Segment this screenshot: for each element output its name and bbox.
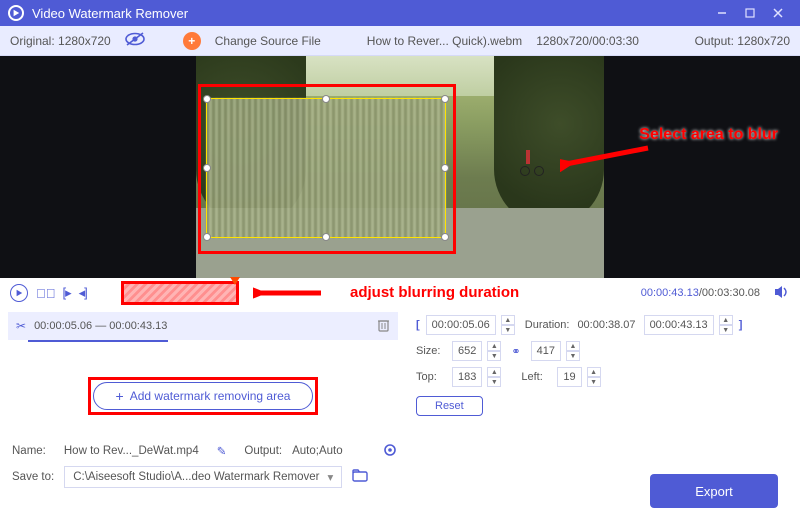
video-frame [196,56,604,278]
delete-segment-icon[interactable] [377,318,390,335]
minimize-button[interactable] [708,0,736,26]
timeline-playhead-icon[interactable] [230,277,240,285]
output-settings-icon[interactable] [383,443,397,460]
reset-button[interactable]: Reset [416,396,483,416]
app-title: Video Watermark Remover [32,6,188,21]
annotation-arrow-icon [253,283,323,303]
save-path-dropdown[interactable]: C:\Aiseesoft Studio\A...deo Watermark Re… [64,466,342,488]
original-resolution: Original: 1280x720 [10,34,111,48]
play-button[interactable] [10,284,28,302]
top-stepper[interactable]: ▲▼ [487,367,501,387]
output-resolution: Output: 1280x720 [695,34,790,48]
info-bar: Original: 1280x720 + Change Source File … [0,26,800,56]
change-source-button[interactable]: Change Source File [215,34,321,48]
height-field[interactable]: 417 [531,341,561,361]
output-preset-label: Output: [244,445,282,457]
export-button[interactable]: Export [650,474,778,508]
preview-toggle-icon[interactable] [125,32,145,49]
segment-handle-icon[interactable]: ✂ [16,319,26,333]
open-folder-icon[interactable] [352,469,368,485]
playback-controls: �⃞ [▸ ◂] adjust blurring duration 00:00:… [0,278,800,308]
cyclist-graphic [520,146,544,176]
bracket-in-icon[interactable]: [ [416,319,420,331]
left-stepper[interactable]: ▲▼ [587,367,601,387]
app-logo-icon [8,5,24,21]
top-field[interactable]: 183 [452,367,482,387]
volume-icon[interactable] [774,285,790,302]
in-time-field[interactable]: 00:00:05.06 [426,315,496,335]
current-time: 00:00:43.13 [641,287,699,299]
chevron-down-icon: ▾ [327,470,333,484]
segment-range: 00:00:05.06 — 00:00:43.13 [34,320,167,332]
duration-label: Duration: [525,319,570,331]
output-name-field[interactable]: How to Rev..._DeWat.mp4 [56,442,207,460]
in-time-stepper[interactable]: ▲▼ [501,315,515,335]
stop-button[interactable]: �⃞ [36,286,55,301]
total-time: /00:03:30.08 [699,287,760,299]
height-stepper[interactable]: ▲▼ [566,341,580,361]
bracket-out-icon[interactable]: ] [739,319,743,331]
width-stepper[interactable]: ▲▼ [487,341,501,361]
mark-out-button[interactable]: ◂] [79,285,87,301]
selection-rectangle[interactable] [206,98,446,238]
size-label: Size: [416,345,446,357]
output-preset-value[interactable]: Auto;Auto [292,445,343,457]
source-filename: How to Rever... Quick).webm [367,34,522,48]
name-label: Name: [12,445,46,457]
link-aspect-icon[interactable]: ⚭ [511,345,520,358]
annotation-adjust-duration: adjust blurring duration [350,284,519,301]
time-display: 00:00:43.13/00:03:30.08 [641,287,760,299]
annotation-arrow-icon [560,142,650,172]
segment-row[interactable]: ✂ 00:00:05.06 — 00:00:43.13 [8,312,398,340]
width-field[interactable]: 652 [452,341,482,361]
video-preview[interactable]: Select area to blur [0,56,800,278]
add-watermark-area-button[interactable]: + Add watermark removing area [93,382,313,410]
save-to-label: Save to: [12,471,54,483]
source-res-duration: 1280x720/00:03:30 [536,34,639,48]
add-source-icon[interactable]: + [183,32,201,50]
top-label: Top: [416,371,446,383]
annotation-red-box [88,377,318,415]
timeline-selection[interactable] [121,281,239,305]
parameters-panel: [ 00:00:05.06 ▲▼ Duration: 00:00:38.07 00… [406,308,800,432]
segments-panel: ✂ 00:00:05.06 — 00:00:43.13 + Add waterm… [0,308,406,432]
out-time-stepper[interactable]: ▲▼ [719,315,733,335]
left-label: Left: [521,371,551,383]
maximize-button[interactable] [736,0,764,26]
duration-field[interactable]: 00:00:38.07 [575,315,637,335]
out-time-field[interactable]: 00:00:43.13 [644,315,714,335]
annotation-select-area: Select area to blur [639,126,778,144]
close-button[interactable] [764,0,792,26]
left-field[interactable]: 19 [557,367,581,387]
edit-name-icon[interactable]: ✎ [217,444,227,458]
mark-in-button[interactable]: [▸ [63,285,71,301]
titlebar: Video Watermark Remover [0,0,800,26]
